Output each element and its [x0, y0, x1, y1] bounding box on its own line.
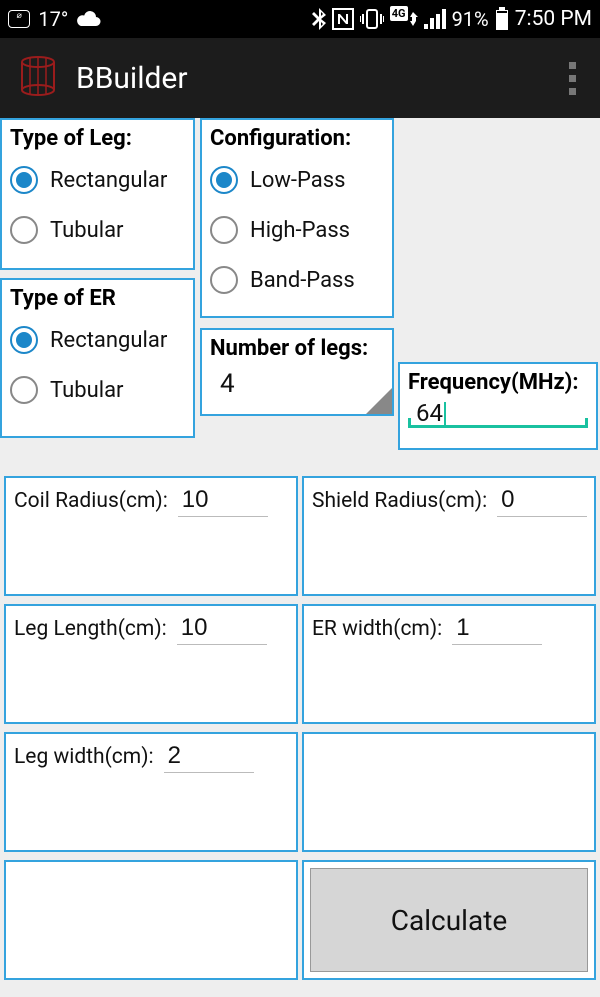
radio-unselected-icon [10, 216, 38, 244]
overflow-menu-button[interactable] [561, 54, 584, 103]
config-band-pass-option[interactable]: Band-Pass [210, 255, 384, 305]
radio-unselected-icon [10, 376, 38, 404]
battery-percent: 91% [452, 7, 489, 31]
status-left: 𝆩 17° [8, 7, 102, 31]
frequency-card: Frequency(MHz): 64 [398, 362, 598, 450]
leg-width-input[interactable] [164, 740, 254, 773]
config-high-pass-option[interactable]: High-Pass [210, 205, 384, 255]
nfc-icon [332, 8, 354, 30]
type-of-leg-card: Type of Leg: Rectangular Tubular [0, 118, 195, 270]
coil-radius-card: Coil Radius(cm): [4, 476, 298, 596]
leg-type-rectangular-label: Rectangular [50, 168, 167, 193]
empty-card [302, 732, 596, 852]
number-of-legs-title: Number of legs: [210, 336, 384, 361]
cloud-icon [76, 10, 102, 28]
er-type-tubular-label: Tubular [50, 378, 124, 403]
app-title: BBuilder [76, 61, 188, 96]
spinner-handle-icon[interactable] [366, 388, 392, 414]
radio-selected-icon [10, 166, 38, 194]
status-bar: 𝆩 17° 4G 91% 7:50 PM [0, 0, 600, 38]
signal-icon [424, 9, 446, 29]
er-width-label: ER width(cm): [312, 617, 442, 641]
type-of-er-card: Type of ER Rectangular Tubular [0, 278, 195, 438]
radio-unselected-icon [210, 216, 238, 244]
clock: 7:50 PM [515, 7, 592, 31]
config-low-pass-label: Low-Pass [250, 168, 345, 193]
content: Type of Leg: Rectangular Tubular Type of… [0, 118, 600, 997]
config-low-pass-option[interactable]: Low-Pass [210, 155, 384, 205]
status-right: 4G 91% 7:50 PM [312, 7, 592, 31]
configuration-title: Configuration: [210, 126, 384, 151]
calculate-button[interactable]: Calculate [310, 868, 588, 972]
config-band-pass-label: Band-Pass [250, 268, 355, 293]
number-of-legs-card: Number of legs: 4 [200, 328, 394, 416]
voicemail-icon: 𝆩 [8, 10, 30, 28]
leg-width-label: Leg width(cm): [14, 745, 154, 769]
type-of-leg-title: Type of Leg: [10, 126, 185, 151]
configuration-card: Configuration: Low-Pass High-Pass Band-P… [200, 118, 394, 318]
radio-selected-icon [10, 326, 38, 354]
app-icon [16, 54, 60, 102]
temperature: 17° [38, 7, 68, 31]
leg-type-rectangular-option[interactable]: Rectangular [10, 155, 185, 205]
coil-radius-input[interactable] [178, 484, 268, 517]
leg-width-card: Leg width(cm): [4, 732, 298, 852]
shield-radius-label: Shield Radius(cm): [312, 489, 487, 513]
coil-radius-label: Coil Radius(cm): [14, 489, 168, 513]
config-high-pass-label: High-Pass [250, 218, 350, 243]
calculate-button-label: Calculate [391, 904, 507, 937]
network-4g-badge: 4G [390, 12, 418, 27]
calculate-card: Calculate [302, 860, 596, 980]
er-type-rectangular-option[interactable]: Rectangular [10, 315, 185, 365]
frequency-value: 64 [416, 399, 443, 427]
frequency-title: Frequency(MHz): [408, 370, 588, 395]
radio-selected-icon [210, 166, 238, 194]
battery-icon [495, 7, 509, 31]
shield-radius-input[interactable] [497, 484, 587, 517]
er-width-input[interactable] [452, 612, 542, 645]
leg-length-label: Leg Length(cm): [14, 617, 167, 641]
leg-length-input[interactable] [177, 612, 267, 645]
vibrate-icon [360, 8, 384, 30]
er-type-rectangular-label: Rectangular [50, 328, 167, 353]
leg-type-tubular-option[interactable]: Tubular [10, 205, 185, 255]
shield-radius-card: Shield Radius(cm): [302, 476, 596, 596]
frequency-input[interactable]: 64 [408, 399, 588, 428]
type-of-er-title: Type of ER [10, 286, 185, 311]
radio-unselected-icon [210, 266, 238, 294]
action-bar: BBuilder [0, 38, 600, 118]
leg-length-card: Leg Length(cm): [4, 604, 298, 724]
er-type-tubular-option[interactable]: Tubular [10, 365, 185, 415]
empty-card-2 [4, 860, 298, 980]
leg-type-tubular-label: Tubular [50, 218, 124, 243]
number-of-legs-value[interactable]: 4 [210, 365, 384, 399]
er-width-card: ER width(cm): [302, 604, 596, 724]
bluetooth-icon [312, 8, 326, 30]
